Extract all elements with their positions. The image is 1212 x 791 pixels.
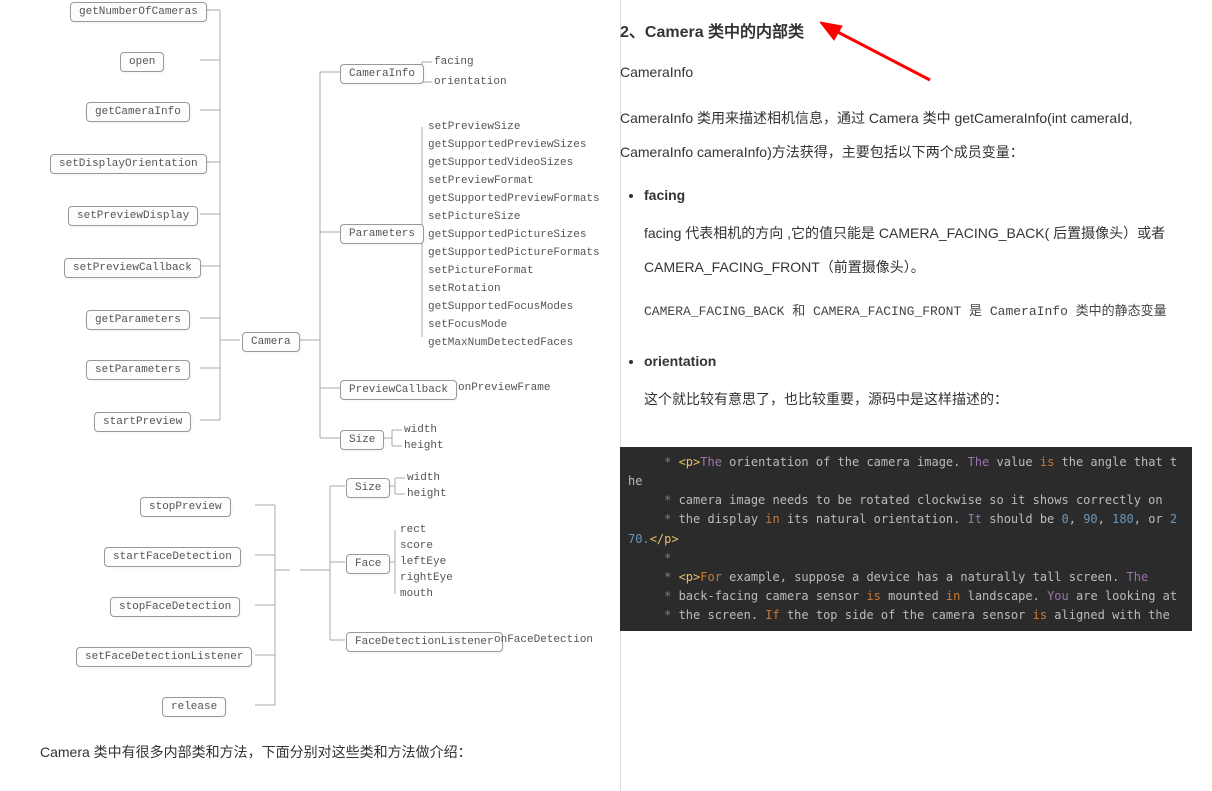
list-item: facing facing 代表相机的方向 ,它的值只能是 CAMERA_FAC… [644,187,1192,323]
item-title: orientation [644,353,1192,369]
method-box: startFaceDetection [104,547,241,567]
leaf: setFocusMode [428,319,507,331]
class-box-camerainfo: CameraInfo [340,64,424,84]
method-box: release [162,697,226,717]
leaf: onFaceDetection [494,634,593,646]
left-caption: Camera 类中有很多内部类和方法，下面分别对这些类和方法做介绍： [40,740,600,765]
leaf: setPictureSize [428,211,520,223]
leaf: setPictureFormat [428,265,534,277]
method-box: getCameraInfo [86,102,190,122]
camera-diagram-2: stopPreview startFaceDetection stopFaceD… [40,470,600,720]
section-heading: 2、Camera 类中的内部类 [620,18,1192,42]
leaf: setRotation [428,283,501,295]
leaf: height [404,440,444,452]
leaf: rightEye [400,572,453,584]
item-title: facing [644,187,1192,203]
leaf: getSupportedFocusModes [428,301,573,313]
class-box-previewcallback: PreviewCallback [340,380,457,400]
leaf: setPreviewFormat [428,175,534,187]
method-box: setParameters [86,360,190,380]
item-body: facing 代表相机的方向 ,它的值只能是 CAMERA_FACING_BAC… [644,217,1192,284]
leaf: onPreviewFrame [458,382,550,394]
leaf: width [407,472,440,484]
class-box-size: Size [340,430,384,450]
method-box: setPreviewCallback [64,258,201,278]
leaf: getSupportedPictureFormats [428,247,600,259]
method-box: getParameters [86,310,190,330]
item-body: 这个就比较有意思了，也比较重要，源码中是这样描述的： [644,383,1192,417]
member-list: facing facing 代表相机的方向 ,它的值只能是 CAMERA_FAC… [620,187,1192,417]
leaf: setPreviewSize [428,121,520,133]
method-box: setPreviewDisplay [68,206,198,226]
camera-diagram-1: getNumberOfCameras open getCameraInfo se… [40,0,600,470]
leaf: getSupportedPreviewFormats [428,193,600,205]
left-column: getNumberOfCameras open getCameraInfo se… [0,0,620,791]
leaf: rect [400,524,426,536]
leaf: score [400,540,433,552]
leaf: height [407,488,447,500]
method-box: getNumberOfCameras [70,2,207,22]
section-subtitle: CameraInfo [620,64,1192,80]
code-block: * <p>The orientation of the camera image… [620,447,1192,632]
class-box-face: Face [346,554,390,574]
class-box-size: Size [346,478,390,498]
leaf: facing [434,56,474,68]
class-box-parameters: Parameters [340,224,424,244]
method-box: setFaceDetectionListener [76,647,252,667]
method-box: stopPreview [140,497,231,517]
intro-paragraph: CameraInfo 类用来描述相机信息，通过 Camera 类中 getCam… [620,102,1192,169]
leaf: getSupportedVideoSizes [428,157,573,169]
leaf: orientation [434,76,507,88]
right-column: 2、Camera 类中的内部类 CameraInfo CameraInfo 类用… [620,0,1212,791]
leaf: getSupportedPreviewSizes [428,139,586,151]
camera-root-box: Camera [242,332,300,352]
leaf: leftEye [400,556,446,568]
method-box: stopFaceDetection [110,597,240,617]
item-note: CAMERA_FACING_BACK 和 CAMERA_FACING_FRONT… [644,302,1192,323]
method-box: open [120,52,164,72]
method-box: startPreview [94,412,191,432]
leaf: getSupportedPictureSizes [428,229,586,241]
class-box-fdl: FaceDetectionListener [346,632,503,652]
list-item: orientation 这个就比较有意思了，也比较重要，源码中是这样描述的： [644,353,1192,417]
leaf: width [404,424,437,436]
leaf: getMaxNumDetectedFaces [428,337,573,349]
leaf: mouth [400,588,433,600]
method-box: setDisplayOrientation [50,154,207,174]
